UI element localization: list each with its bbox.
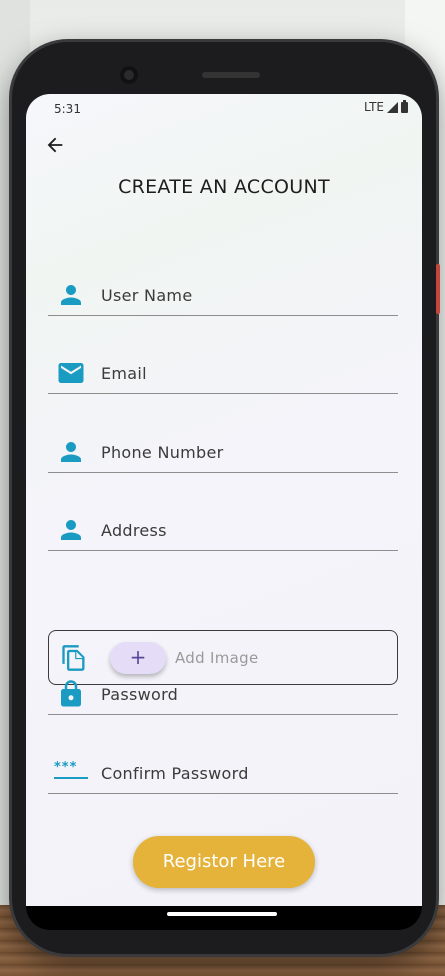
lock-icon <box>61 680 81 707</box>
home-indicator[interactable] <box>167 912 277 916</box>
person-icon <box>61 442 81 462</box>
phone-number-field[interactable]: Phone Number <box>48 425 398 473</box>
page-title: CREATE AN ACCOUNT <box>118 176 330 198</box>
phone-frame: 5:31 LTE CREATE AN ACCOUNT User Name Ema… <box>12 42 440 954</box>
password-label: Password <box>101 685 179 704</box>
password-field[interactable]: Password <box>48 667 398 715</box>
back-arrow-icon[interactable] <box>44 134 66 156</box>
signal-icon <box>387 101 398 113</box>
person-icon <box>61 520 81 540</box>
navigation-bar <box>26 906 422 930</box>
battery-icon <box>401 99 408 113</box>
network-type: LTE <box>364 100 384 114</box>
earpiece-speaker <box>202 72 260 78</box>
front-camera <box>120 66 138 84</box>
password-stars-icon: *** <box>54 761 88 779</box>
register-button[interactable]: Registor Here <box>133 836 315 888</box>
power-button <box>436 264 440 314</box>
confirm-password-label: Confirm Password <box>101 764 249 783</box>
username-label: User Name <box>101 286 193 305</box>
app-screen: 5:31 LTE CREATE AN ACCOUNT User Name Ema… <box>26 94 422 906</box>
email-icon <box>58 363 84 383</box>
phone-number-label: Phone Number <box>101 443 224 462</box>
person-icon <box>61 285 81 305</box>
username-field[interactable]: User Name <box>48 268 398 316</box>
add-image-label: Add Image <box>175 649 259 667</box>
address-label: Address <box>101 521 167 540</box>
email-label: Email <box>101 364 147 383</box>
address-field[interactable]: Address <box>48 503 398 551</box>
confirm-password-field[interactable]: *** Confirm Password <box>48 746 398 794</box>
email-field[interactable]: Email <box>48 346 398 394</box>
status-time: 5:31 <box>54 102 81 116</box>
status-indicators: LTE <box>364 99 408 114</box>
